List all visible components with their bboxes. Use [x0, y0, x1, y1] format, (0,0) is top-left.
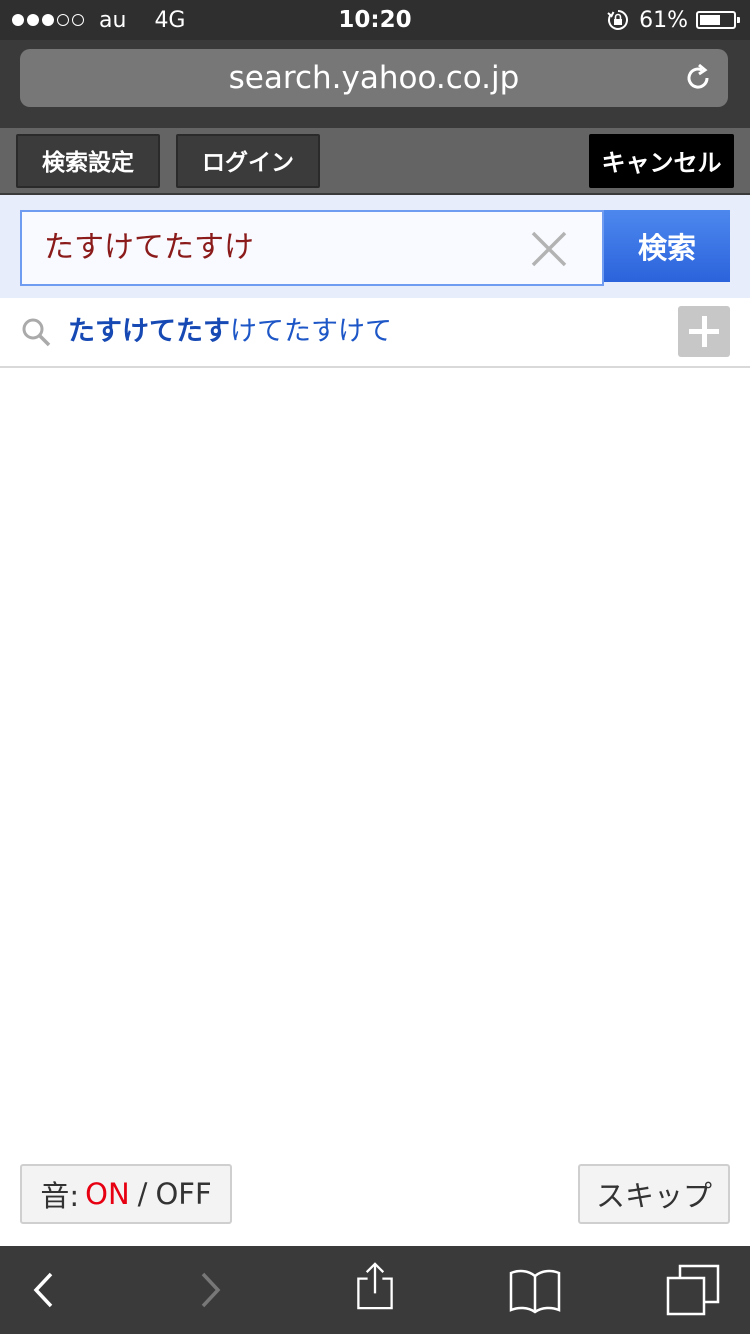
signal-dot-empty-icon — [72, 14, 84, 26]
carrier-name: au — [99, 7, 127, 33]
search-input[interactable]: たすけてたすけ — [20, 210, 604, 286]
cancel-button[interactable]: キャンセル — [589, 134, 734, 188]
search-toolbar: 検索設定 ログイン キャンセル — [0, 128, 750, 195]
status-right: 61% — [607, 0, 740, 40]
search-icon — [22, 318, 51, 347]
sound-separator: / — [137, 1177, 148, 1211]
sound-toggle-button[interactable]: 音: ON / OFF — [20, 1164, 232, 1224]
add-suggestion-button[interactable] — [678, 306, 730, 357]
sound-label: 音: — [40, 1179, 80, 1213]
browser-bottom-bar — [0, 1246, 750, 1334]
suggestion-text: たすけてたすけてたすけて — [68, 298, 392, 366]
signal-dot-icon — [42, 14, 54, 26]
status-bar: au 4G 10:20 61% — [0, 0, 750, 40]
suggestion-rest-text: けてたすけて — [230, 316, 392, 347]
url-text: search.yahoo.co.jp — [228, 60, 520, 96]
status-left: au 4G — [12, 0, 185, 40]
signal-dot-icon — [27, 14, 39, 26]
back-arrow-icon[interactable] — [20, 1266, 68, 1314]
address-bar-area: search.yahoo.co.jp — [0, 40, 750, 128]
sound-on-option[interactable]: ON — [85, 1177, 130, 1211]
signal-dot-icon — [12, 14, 24, 26]
login-button[interactable]: ログイン — [176, 134, 320, 188]
search-form: たすけてたすけ 検索 — [0, 195, 750, 298]
skip-button[interactable]: スキップ — [578, 1164, 730, 1224]
orientation-lock-icon — [607, 9, 629, 31]
search-query-text: たすけてたすけ — [44, 230, 254, 265]
close-icon[interactable] — [530, 230, 568, 268]
suggestion-item[interactable]: たすけてたすけてたすけて — [0, 298, 750, 368]
share-icon[interactable] — [351, 1262, 399, 1310]
reload-icon[interactable] — [682, 62, 714, 94]
tabs-icon[interactable] — [666, 1264, 720, 1316]
network-type: 4G — [154, 7, 186, 33]
battery-icon — [696, 11, 740, 29]
search-button[interactable]: 検索 — [604, 210, 730, 282]
forward-arrow-icon[interactable] — [186, 1266, 234, 1314]
suggestion-match-text: たすけてたす — [68, 316, 230, 347]
signal-dot-empty-icon — [57, 14, 69, 26]
battery-level-fill — [700, 15, 720, 25]
battery-percent: 61% — [639, 7, 688, 33]
address-bar[interactable]: search.yahoo.co.jp — [20, 49, 728, 107]
sound-off-option[interactable]: OFF — [155, 1177, 211, 1211]
search-settings-button[interactable]: 検索設定 — [16, 134, 160, 188]
bookmarks-icon[interactable] — [508, 1266, 562, 1314]
